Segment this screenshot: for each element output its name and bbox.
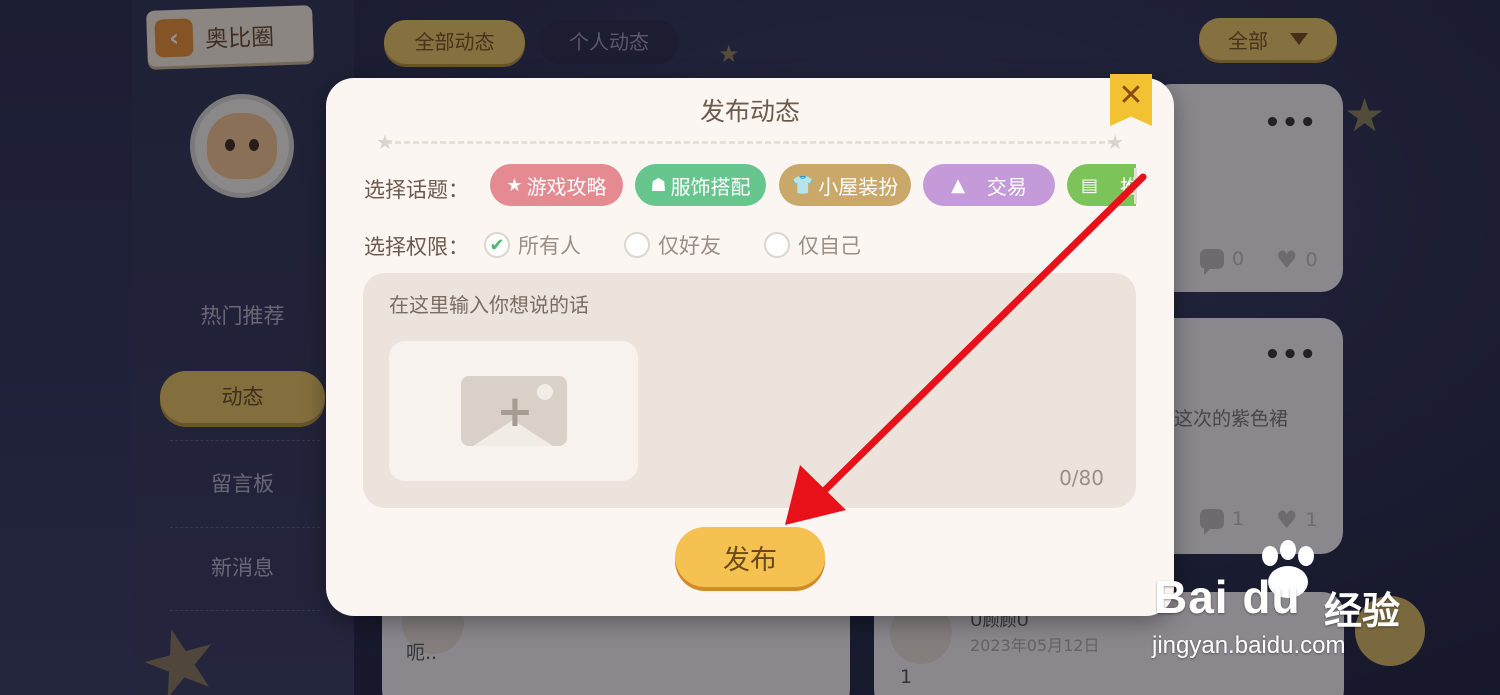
- gift-icon: ▤: [1081, 174, 1099, 196]
- topic-trade[interactable]: ▲ 交易: [923, 164, 1055, 206]
- topic-game-guide[interactable]: ★ 游戏攻略: [490, 164, 623, 206]
- publish-dialog: 发布动态 ★ ★ ✕ 选择话题： ★ 游戏攻略 ☗ 服饰搭配 👕 小屋装扮 ▲ …: [326, 74, 1174, 616]
- add-photo-button[interactable]: +: [389, 341, 638, 481]
- add-image-icon: +: [460, 376, 567, 446]
- radio-icon: [624, 232, 650, 258]
- permission-label: 选择权限：: [364, 235, 469, 259]
- permission-everyone[interactable]: ✔ 所有人: [484, 230, 581, 260]
- hat-icon: ☗: [650, 174, 667, 196]
- topic-outfit[interactable]: ☗ 服饰搭配: [635, 164, 766, 206]
- star-icon: ★: [506, 174, 523, 196]
- topic-gift[interactable]: ▤ 推: [1067, 164, 1136, 206]
- topic-list[interactable]: ★ 游戏攻略 ☗ 服饰搭配 👕 小屋装扮 ▲ 交易 ▤ 推: [490, 164, 1136, 208]
- close-icon: ✕: [1118, 78, 1144, 113]
- shirt-icon: 👕: [791, 174, 815, 196]
- permission-self[interactable]: 仅自己: [764, 230, 861, 260]
- dialog-title: 发布动态: [699, 97, 800, 126]
- scroll-edge: [1134, 168, 1137, 204]
- radio-icon: [764, 232, 790, 258]
- topic-label: 选择话题：: [364, 178, 469, 202]
- title-divider: [386, 141, 1114, 144]
- publish-button[interactable]: 发布: [675, 527, 825, 587]
- watermark-logo: Bai du: [1154, 571, 1301, 623]
- char-counter: 0/80: [1059, 466, 1104, 490]
- bag-icon: ▲: [951, 174, 965, 196]
- post-text-input[interactable]: 在这里输入你想说的话 + 0/80: [363, 273, 1136, 508]
- watermark-sub: 经验: [1324, 589, 1401, 633]
- watermark-url: jingyan.baidu.com: [1152, 632, 1346, 659]
- star-icon: ★: [376, 130, 394, 154]
- checkmark-icon: ✔: [484, 232, 510, 258]
- permission-friends[interactable]: 仅好友: [624, 230, 721, 260]
- topic-house-decor[interactable]: 👕 小屋装扮: [779, 164, 911, 206]
- star-icon: ★: [1106, 130, 1124, 154]
- input-placeholder: 在这里输入你想说的话: [389, 293, 589, 317]
